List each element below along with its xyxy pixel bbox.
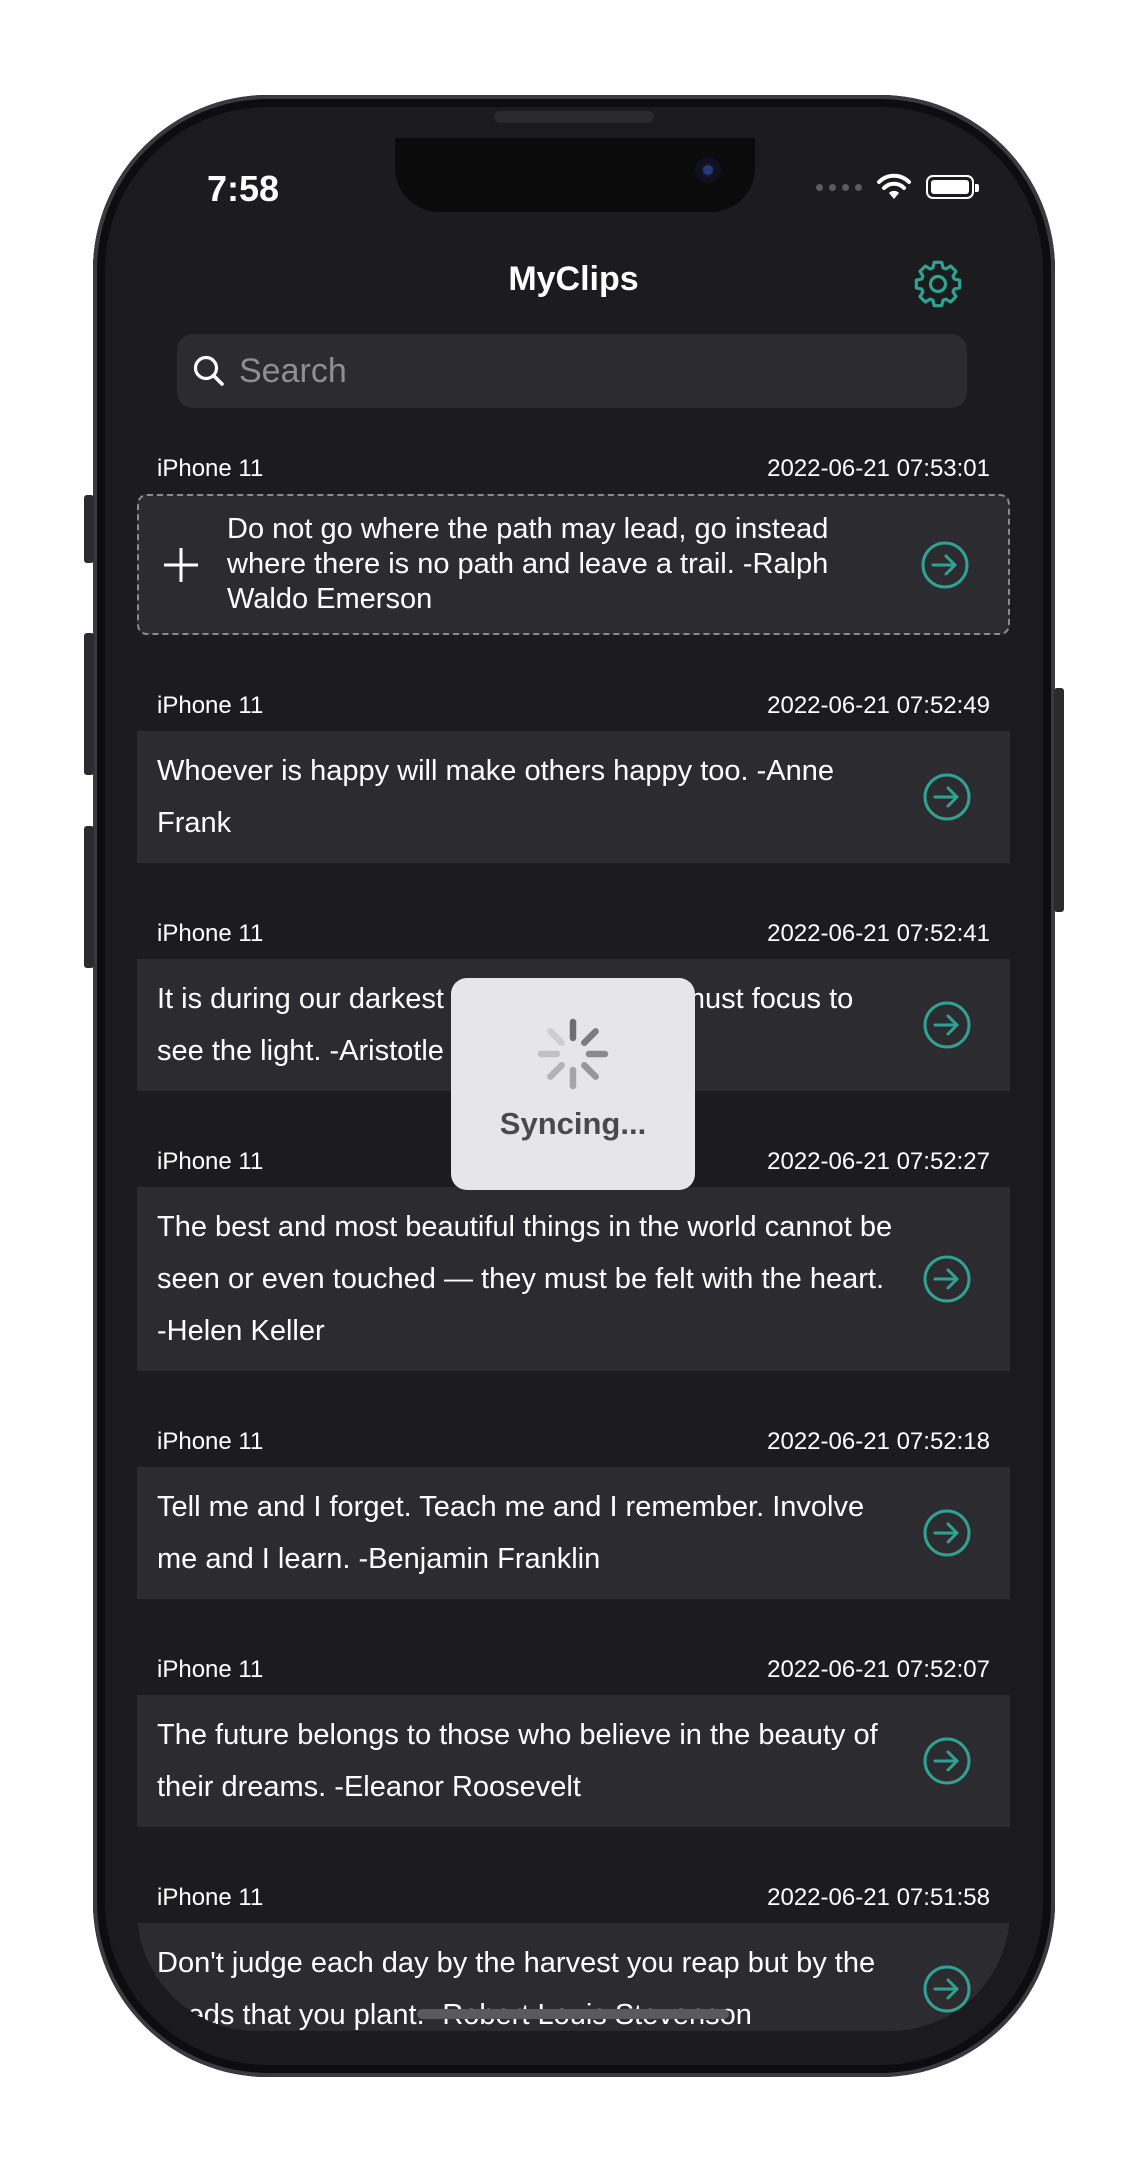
arrow-circle-right-icon[interactable]: [922, 1964, 972, 2014]
clip-device: iPhone 11: [157, 1148, 264, 1175]
clip-timestamp: 2022-06-21 07:52:27: [767, 1148, 990, 1175]
page-title: MyClips: [508, 260, 639, 298]
spinner-spoke: [547, 1028, 565, 1046]
clip-text: Tell me and I forget. Teach me and I rem…: [157, 1491, 865, 1575]
power-button: [1054, 688, 1064, 912]
mute-switch: [84, 495, 94, 563]
clip-header: iPhone 11 2022-06-21 07:52:41: [137, 905, 1010, 959]
arrow-circle-right-icon[interactable]: [922, 1000, 972, 1050]
spinner-spoke: [581, 1028, 599, 1046]
clip-text: Whoever is happy will make others happy …: [157, 755, 835, 839]
clip-header: iPhone 11 2022-06-21 07:52:18: [137, 1413, 1010, 1467]
clip-device: iPhone 11: [157, 1428, 264, 1455]
clip-header: iPhone 11 2022-06-21 07:52:07: [137, 1641, 1010, 1695]
clip-timestamp: 2022-06-21 07:53:01: [767, 455, 990, 482]
wifi-icon: [877, 173, 911, 199]
plus-icon[interactable]: [161, 545, 201, 585]
clip-timestamp: 2022-06-21 07:52:41: [767, 920, 990, 947]
clip-header: iPhone 11 2022-06-21 07:52:49: [137, 677, 1010, 731]
search-icon: [193, 355, 224, 386]
clip-body-selected[interactable]: Do not go where the path may lead, go in…: [137, 494, 1010, 635]
clip-timestamp: 2022-06-21 07:52:07: [767, 1656, 990, 1683]
clip-body[interactable]: Tell me and I forget. Teach me and I rem…: [137, 1467, 1010, 1599]
syncing-label: Syncing...: [499, 1106, 647, 1141]
clip-device: iPhone 11: [157, 455, 264, 482]
arrow-circle-right-icon[interactable]: [922, 1254, 972, 1304]
clip-text: The best and most beautiful things in th…: [157, 1211, 893, 1347]
arrow-circle-right-icon[interactable]: [922, 772, 972, 822]
clip-timestamp: 2022-06-21 07:52:18: [767, 1428, 990, 1455]
arrow-circle-right-icon[interactable]: [922, 1508, 972, 1558]
status-time: 7:58: [207, 168, 280, 209]
clip-device: iPhone 11: [157, 920, 264, 947]
clip-header: iPhone 11 2022-06-21 07:53:01: [137, 440, 1010, 494]
list-item: iPhone 11 2022-06-21 07:53:01 Do not go …: [137, 440, 1010, 635]
clip-text: Do not go where the path may lead, go in…: [227, 513, 829, 615]
search-bar[interactable]: [177, 334, 967, 408]
volume-up-button: [84, 633, 94, 775]
list-item: iPhone 11 2022-06-21 07:52:49 Whoever is…: [137, 677, 1010, 863]
clip-text: The future belongs to those who believe …: [157, 1719, 878, 1803]
spinner-spoke: [581, 1062, 599, 1080]
notch: [395, 138, 755, 212]
earpiece-speaker: [494, 111, 654, 123]
clip-body[interactable]: The best and most beautiful things in th…: [137, 1187, 1010, 1371]
list-item: iPhone 11 2022-06-21 07:52:18 Tell me an…: [137, 1413, 1010, 1599]
syncing-hud: Syncing...: [451, 978, 695, 1190]
home-indicator[interactable]: [417, 2009, 729, 2019]
spinner-spoke: [547, 1062, 565, 1080]
list-item: iPhone 11 2022-06-21 07:52:07 The future…: [137, 1641, 1010, 1827]
clip-body[interactable]: The future belongs to those who believe …: [137, 1695, 1010, 1827]
clip-timestamp: 2022-06-21 07:51:58: [767, 1884, 990, 1911]
clip-timestamp: 2022-06-21 07:52:49: [767, 692, 990, 719]
clip-device: iPhone 11: [157, 692, 264, 719]
clip-body[interactable]: Whoever is happy will make others happy …: [137, 731, 1010, 863]
clip-list: iPhone 11 2022-06-21 07:53:01 Do not go …: [137, 440, 1010, 2031]
clip-device: iPhone 11: [157, 1656, 264, 1683]
front-camera: [695, 157, 721, 183]
gear-icon[interactable]: [912, 258, 964, 310]
spinner-icon: [537, 1018, 609, 1090]
list-item: iPhone 11 2022-06-21 07:51:58 Don't judg…: [137, 1869, 1010, 2031]
clip-header: iPhone 11 2022-06-21 07:51:58: [137, 1869, 1010, 1923]
arrow-circle-right-icon[interactable]: [920, 540, 970, 590]
search-input[interactable]: [237, 350, 941, 392]
cellular-signal-icon: [816, 183, 862, 191]
status-indicators: [816, 172, 979, 202]
volume-down-button: [84, 826, 94, 968]
clip-device: iPhone 11: [157, 1884, 264, 1911]
arrow-circle-right-icon[interactable]: [922, 1736, 972, 1786]
battery-icon: [926, 175, 979, 199]
